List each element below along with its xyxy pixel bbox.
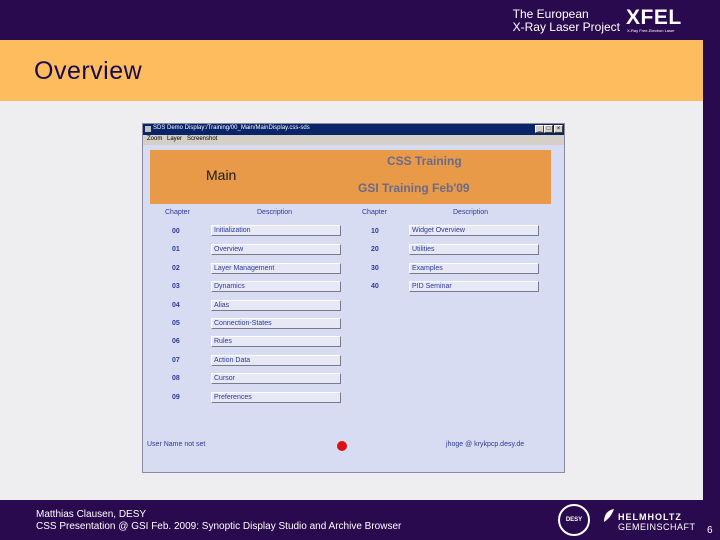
window-app-icon <box>145 126 151 132</box>
menu-screenshot[interactable]: Screenshot <box>187 136 217 142</box>
chapter-button[interactable]: Alias <box>211 300 341 311</box>
chapter-number: 40 <box>371 283 379 290</box>
chapter-button[interactable]: Examples <box>409 263 539 274</box>
chapter-button[interactable]: Preferences <box>211 392 341 403</box>
page-number: 6 <box>707 525 713 536</box>
chapter-button[interactable]: Action Data <box>211 355 341 366</box>
slide-title: Overview <box>34 57 143 85</box>
chapter-button[interactable]: Overview <box>211 244 341 255</box>
chapter-number: 00 <box>172 228 180 235</box>
desy-logo: DESY <box>558 504 590 536</box>
org-name-line2: X-Ray Laser Project <box>512 20 620 34</box>
chapter-button[interactable]: Connection-States <box>211 318 341 329</box>
chapter-button[interactable]: Rules <box>211 336 341 347</box>
chapter-number: 10 <box>371 228 379 235</box>
sds-display-window[interactable]: SDS Demo Display:/Training/00_Main/MainD… <box>142 123 565 473</box>
window-title: SDS Demo Display:/Training/00_Main/MainD… <box>153 125 310 131</box>
chapter-number: 20 <box>371 246 379 253</box>
menu-layer[interactable]: Layer <box>167 136 182 142</box>
desy-logo-text: DESY <box>565 517 583 523</box>
display-header: Main CSS Training GSI Training Feb'09 <box>150 150 551 204</box>
chapter-number: 07 <box>172 357 180 364</box>
chapter-number: 04 <box>172 302 180 309</box>
org-name: The European X-Ray Laser Project <box>513 8 620 34</box>
status-indicator-icon <box>337 441 347 451</box>
xfel-logo-subtext: X-Ray Free-Electron Laser <box>627 28 675 33</box>
menu-zoom[interactable]: Zoom <box>147 136 162 142</box>
right-chapter-heading: Chapter <box>362 209 387 216</box>
chapter-number: 30 <box>371 265 379 272</box>
left-chapter-heading: Chapter <box>165 209 190 216</box>
chapter-number: 09 <box>172 394 180 401</box>
header-gsi-training: GSI Training Feb'09 <box>358 181 470 195</box>
footer-author: Matthias Clausen, DESY <box>36 509 147 520</box>
chapter-number: 05 <box>172 320 180 327</box>
window-titlebar[interactable]: SDS Demo Display:/Training/00_Main/MainD… <box>143 124 564 135</box>
xfel-logo-text: XFEL <box>626 6 682 29</box>
chapter-number: 08 <box>172 375 180 382</box>
maximize-button[interactable]: □ <box>544 125 553 133</box>
chapter-number: 06 <box>172 338 180 345</box>
user-email: jhoge @ krykpcp.desy.de <box>446 441 525 448</box>
minimize-button[interactable]: _ <box>535 125 544 133</box>
chapter-button[interactable]: Utilities <box>409 244 539 255</box>
window-menubar: Zoom Layer Screenshot <box>143 135 564 145</box>
xfel-logo: XFEL X-Ray Free-Electron Laser <box>626 6 694 36</box>
chapter-button[interactable]: Dynamics <box>211 281 341 292</box>
footer-presentation: CSS Presentation @ GSI Feb. 2009: Synopt… <box>36 521 402 532</box>
chapter-number: 01 <box>172 246 180 253</box>
user-status: User Name not set <box>147 441 206 448</box>
helmholtz-logo: HELMHOLTZ GEMEINSCHAFT <box>602 506 696 534</box>
right-description-heading: Description <box>453 209 489 216</box>
helmholtz-line1: HELMHOLTZ <box>618 512 682 522</box>
side-strip <box>703 40 720 500</box>
header-css-training: CSS Training <box>387 154 462 168</box>
chapter-button[interactable]: PID Seminar <box>409 281 539 292</box>
chapter-button[interactable]: Cursor <box>211 373 341 384</box>
chapter-number: 03 <box>172 283 180 290</box>
chapter-button[interactable]: Initialization <box>211 225 341 236</box>
close-button[interactable]: × <box>554 125 563 133</box>
helmholtz-line2: GEMEINSCHAFT <box>618 522 696 532</box>
chapter-button[interactable]: Widget Overview <box>409 225 539 236</box>
chapter-number: 02 <box>172 265 180 272</box>
helmholtz-leaf-icon <box>604 509 614 522</box>
left-description-heading: Description <box>257 209 293 216</box>
header-main-label: Main <box>206 167 237 183</box>
chapter-button[interactable]: Layer Management <box>211 263 341 274</box>
